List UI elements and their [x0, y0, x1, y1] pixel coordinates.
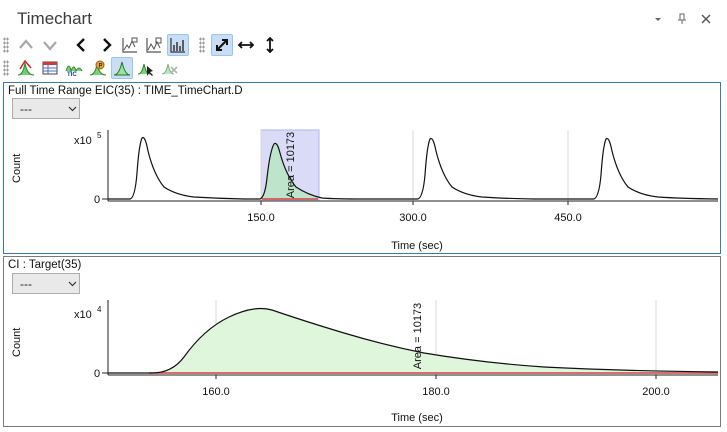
spectrum-table-icon: [42, 61, 58, 75]
toolbar-grip-2[interactable]: [199, 37, 205, 53]
move-up-button[interactable]: [15, 34, 37, 56]
autoscale-y-button[interactable]: [259, 34, 281, 56]
x-axis-label: Time (sec): [391, 412, 443, 424]
bar-chart-icon: [170, 38, 185, 53]
integrate-button[interactable]: [111, 57, 133, 79]
clear-peak-button[interactable]: [159, 57, 181, 79]
cursor-peak-button[interactable]: [135, 57, 157, 79]
svg-text:TIC: TIC: [67, 72, 77, 77]
chart-panel-ci[interactable]: CI : Target(35) --- x10 4 0 Count 160.0 …: [3, 256, 721, 427]
chart-panel-eic[interactable]: Full Time Range EIC(35) : TIME_TimeChart…: [3, 82, 721, 254]
y-axis-label: Count: [11, 328, 23, 357]
y-exponent: 4: [97, 305, 102, 314]
x-axis-label: Time (sec): [391, 240, 443, 252]
cursor-peak-icon: [137, 63, 153, 76]
autoscale-y-icon: [266, 36, 274, 54]
bar-chart-button[interactable]: [167, 34, 189, 56]
y-axis-label: Count: [11, 154, 23, 183]
toolbar-grip-3[interactable]: [3, 60, 9, 76]
integrate-icon: [113, 61, 131, 76]
x-tick-label: 160.0: [202, 386, 230, 398]
window-menu-icon[interactable]: [651, 12, 665, 26]
autoscale-x-button[interactable]: [235, 34, 257, 56]
peak-label-icon: P: [89, 60, 107, 76]
x-tick-label: 200.0: [642, 386, 670, 398]
stacked-chart-icon: [146, 37, 162, 53]
peak-detect-button[interactable]: [15, 57, 37, 79]
y-tick-label: 0: [94, 368, 100, 380]
spectrum-table-button[interactable]: [39, 57, 61, 79]
timechart-window: Timechart TIC P Full Time Range EIC(35) …: [0, 0, 727, 432]
move-down-button[interactable]: [39, 34, 61, 56]
ci-chart[interactable]: x10 4 0 Count 160.0 180.0 200.0 Time (se…: [4, 257, 720, 426]
tic-button[interactable]: TIC: [63, 57, 85, 79]
down-arrow-icon: [43, 41, 57, 51]
peak-detect-icon: [17, 59, 35, 76]
peak-area-label: Area = 10173: [412, 303, 424, 369]
autoscale-x-icon: [237, 41, 255, 49]
x-tick-label: 450.0: [554, 212, 582, 224]
close-icon[interactable]: [699, 12, 713, 26]
toolbar-row-2: TIC P: [3, 57, 183, 79]
y-tick-label: 0: [94, 194, 100, 206]
stacked-chart-button[interactable]: [143, 34, 165, 56]
peak-label-button[interactable]: P: [87, 57, 109, 79]
next-icon: [103, 38, 112, 52]
x-tick-label: 150.0: [247, 212, 275, 224]
tic-icon: TIC: [65, 65, 83, 77]
next-button[interactable]: [95, 34, 117, 56]
window-title: Timechart: [17, 9, 92, 28]
peak-area-label: Area = 10173: [285, 132, 297, 198]
autoscale-both-button[interactable]: [211, 34, 233, 56]
up-arrow-icon: [19, 39, 33, 49]
overlay-chart-button[interactable]: [119, 34, 141, 56]
y-multiplier: x10: [74, 135, 92, 147]
previous-icon: [76, 38, 85, 52]
toolbar-row-1: [3, 34, 283, 56]
overlay-chart-icon: [122, 37, 138, 53]
y-multiplier: x10: [74, 309, 92, 321]
y-exponent: 5: [97, 131, 102, 140]
previous-button[interactable]: [71, 34, 93, 56]
eic-chart[interactable]: x10 5 0 Count 150.0 300.0 450.0 Time (se…: [4, 83, 720, 253]
pin-icon[interactable]: [675, 12, 689, 26]
autoscale-both-icon: [216, 39, 228, 51]
x-tick-label: 300.0: [399, 212, 427, 224]
svg-text:P: P: [99, 64, 103, 70]
x-tick-label: 180.0: [422, 386, 450, 398]
toolbar-grip[interactable]: [3, 37, 9, 53]
window-controls: [651, 12, 713, 26]
peak-area[interactable]: [152, 308, 718, 373]
clear-peak-icon: [161, 63, 178, 75]
